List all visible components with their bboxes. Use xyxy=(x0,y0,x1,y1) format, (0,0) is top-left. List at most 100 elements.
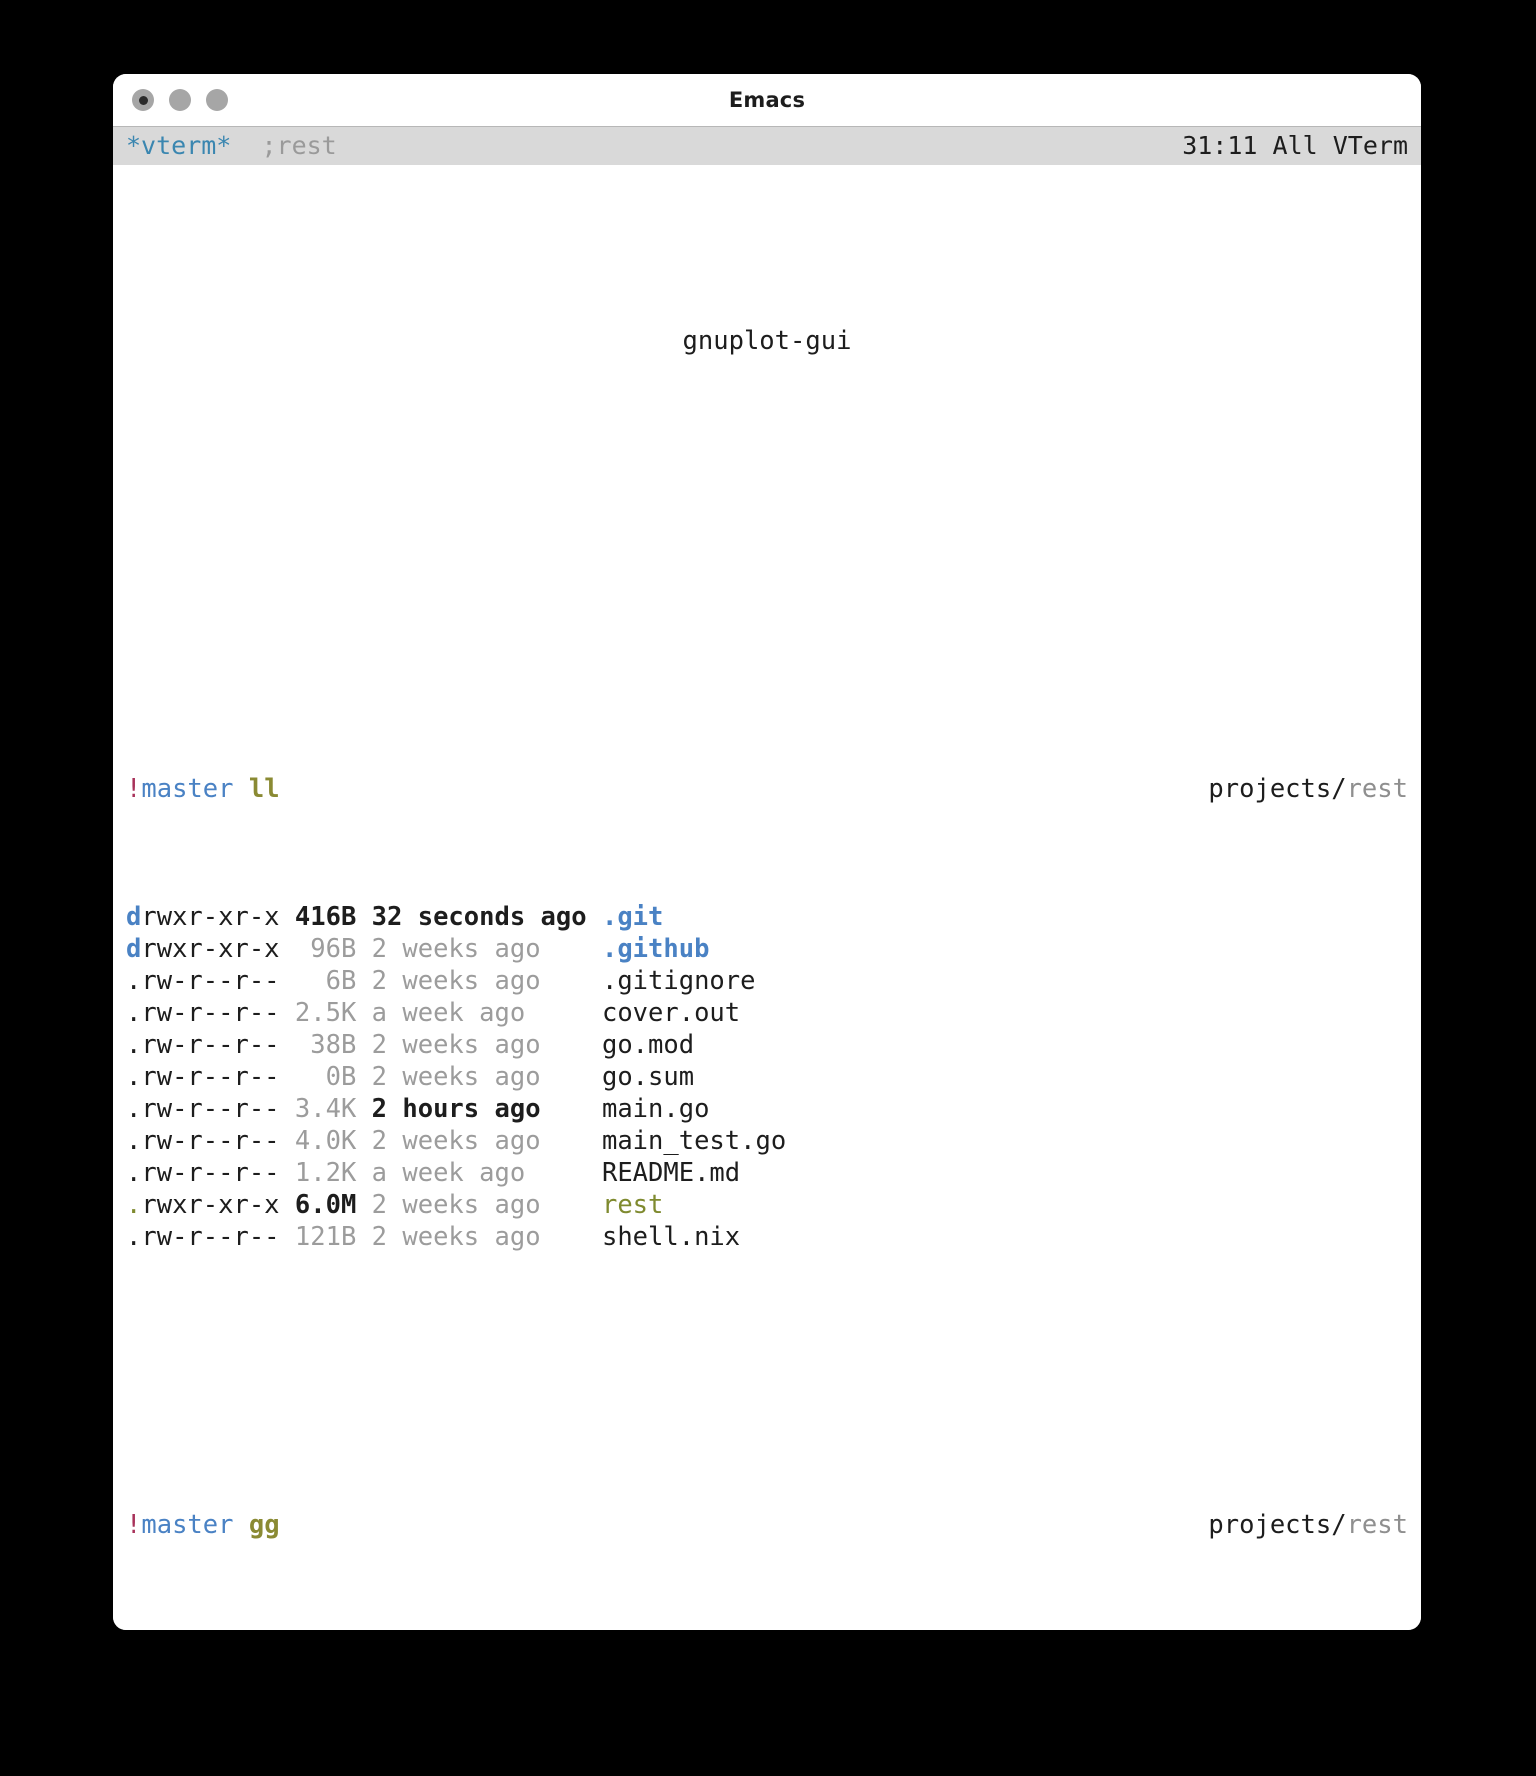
file-row: drwxr-xr-x 416B 32 seconds ago .git xyxy=(113,901,1421,933)
file-type-indicator: d xyxy=(126,902,142,932)
minimize-button[interactable] xyxy=(169,89,191,111)
modeline-position: 31:11 xyxy=(1182,131,1258,160)
close-icon xyxy=(138,95,148,105)
file-permission-bits: rwxr-xr-x xyxy=(141,1190,280,1220)
spacer-row xyxy=(113,1349,1421,1381)
file-type-indicator: . xyxy=(126,1222,142,1252)
window-title: Emacs xyxy=(728,88,806,112)
file-row: .rw-r--r-- 0B 2 weeks ago go.sum xyxy=(113,1061,1421,1093)
file-modified-date: 2 weeks ago xyxy=(371,934,587,964)
file-permissions: .rwxr-xr-x xyxy=(126,1190,280,1220)
file-modified-date: 2 weeks ago xyxy=(371,1062,587,1092)
file-permissions: drwxr-xr-x xyxy=(126,934,280,964)
file-size: 121B xyxy=(294,1222,357,1252)
file-name[interactable]: go.mod xyxy=(602,1030,694,1060)
file-permission-bits: rw-r--r-- xyxy=(141,1126,280,1156)
file-permission-bits: rw-r--r-- xyxy=(141,1030,280,1060)
file-modified-date: a week ago xyxy=(371,998,587,1028)
file-type-indicator: . xyxy=(126,998,142,1028)
prompt-branch: master xyxy=(141,1510,234,1540)
file-name[interactable]: .gitignore xyxy=(602,966,756,996)
prompt-command: gg xyxy=(248,1510,280,1540)
file-row: .rw-r--r-- 38B 2 weeks ago go.mod xyxy=(113,1029,1421,1061)
file-row: .rwxr-xr-x 6.0M 2 weeks ago rest xyxy=(113,1189,1421,1221)
file-name[interactable]: rest xyxy=(602,1190,663,1220)
file-permissions: .rw-r--r-- xyxy=(126,1030,280,1060)
cwd-prefix: projects/ xyxy=(1208,1510,1347,1540)
file-size: 416B xyxy=(294,902,357,932)
file-name[interactable]: .github xyxy=(602,934,709,964)
file-type-indicator: . xyxy=(126,1030,142,1060)
file-permission-bits: rwxr-xr-x xyxy=(141,902,280,932)
file-type-indicator: . xyxy=(126,966,142,996)
prompt-command: ll xyxy=(248,774,280,804)
file-modified-date: 2 weeks ago xyxy=(371,1126,587,1156)
file-permission-bits: rw-r--r-- xyxy=(141,1094,280,1124)
file-name[interactable]: go.sum xyxy=(602,1062,694,1092)
file-size: 6.0M xyxy=(294,1190,357,1220)
file-name[interactable]: shell.nix xyxy=(602,1222,740,1252)
file-permission-bits: rwxr-xr-x xyxy=(141,934,280,964)
file-permission-bits: rw-r--r-- xyxy=(141,1062,280,1092)
emacs-modeline: *vterm* ;rest 31:11 All VTerm xyxy=(113,126,1421,165)
file-name[interactable]: cover.out xyxy=(602,998,740,1028)
spacer-row xyxy=(113,229,1421,261)
file-name[interactable]: main.go xyxy=(602,1094,709,1124)
file-modified-date: 32 seconds ago xyxy=(371,902,587,932)
modeline-separator xyxy=(231,127,261,165)
zoom-button[interactable] xyxy=(206,89,228,111)
terminal-banner: gnuplot-gui xyxy=(113,325,1421,357)
file-row: .rw-r--r-- 2.5K a week ago cover.out xyxy=(113,997,1421,1029)
file-permission-bits: rw-r--r-- xyxy=(141,1158,280,1188)
close-button[interactable] xyxy=(132,89,154,111)
spacer-row xyxy=(113,613,1421,645)
file-permissions: .rw-r--r-- xyxy=(126,966,280,996)
modeline-buffer-name[interactable]: *vterm* xyxy=(126,127,231,165)
file-type-indicator: . xyxy=(126,1126,142,1156)
file-listing: drwxr-xr-x 416B 32 seconds ago .git drwxr… xyxy=(113,901,1421,1253)
file-name[interactable]: main_test.go xyxy=(602,1126,786,1156)
file-type-indicator: . xyxy=(126,1062,142,1092)
file-row: drwxr-xr-x 96B 2 weeks ago .github xyxy=(113,933,1421,965)
vterm-buffer[interactable]: gnuplot-gui !master ll projects/rest drwx… xyxy=(113,165,1421,1630)
prompt-bang: ! xyxy=(126,1510,142,1540)
file-permissions: .rw-r--r-- xyxy=(126,1222,280,1252)
file-permissions: .rw-r--r-- xyxy=(126,1094,280,1124)
file-size: 1.2K xyxy=(294,1158,357,1188)
file-type-indicator: . xyxy=(126,1094,142,1124)
file-size: 0B xyxy=(294,1062,357,1092)
window-titlebar: Emacs xyxy=(113,74,1421,126)
banner-text: gnuplot-gui xyxy=(682,326,852,356)
traffic-light-group xyxy=(132,89,228,111)
file-row: .rw-r--r-- 3.4K 2 hours ago main.go xyxy=(113,1093,1421,1125)
file-permissions: .rw-r--r-- xyxy=(126,998,280,1028)
emacs-window: Emacs *vterm* ;rest 31:11 All VTerm gnup… xyxy=(113,74,1421,1630)
file-permission-bits: rw-r--r-- xyxy=(141,998,280,1028)
file-permission-bits: rw-r--r-- xyxy=(141,966,280,996)
prompt-line-ll: !master ll projects/rest xyxy=(113,773,1421,805)
prompt-branch: master xyxy=(141,774,234,804)
file-row: .rw-r--r-- 1.2K a week ago README.md xyxy=(113,1157,1421,1189)
file-modified-date: a week ago xyxy=(371,1158,587,1188)
file-type-indicator: . xyxy=(126,1158,142,1188)
prompt-line-gg: !master gg projects/rest xyxy=(113,1509,1421,1541)
file-modified-date: 2 hours ago xyxy=(371,1094,587,1124)
cwd-prefix: projects/ xyxy=(1208,774,1347,804)
file-name[interactable]: README.md xyxy=(602,1158,740,1188)
prompt-cwd: projects/rest xyxy=(1208,1509,1408,1541)
file-modified-date: 2 weeks ago xyxy=(371,1190,587,1220)
file-permission-bits: rw-r--r-- xyxy=(141,1222,280,1252)
prompt-cwd: projects/rest xyxy=(1208,773,1408,805)
file-type-indicator: . xyxy=(126,1190,142,1220)
file-size: 38B xyxy=(294,1030,357,1060)
cwd-suffix: rest xyxy=(1346,774,1408,804)
file-row: .rw-r--r-- 6B 2 weeks ago .gitignore xyxy=(113,965,1421,997)
file-size: 96B xyxy=(294,934,357,964)
modeline-project-label: ;rest xyxy=(261,131,337,160)
file-row: .rw-r--r-- 4.0K 2 weeks ago main_test.go xyxy=(113,1125,1421,1157)
file-type-indicator: d xyxy=(126,934,142,964)
cwd-suffix: rest xyxy=(1346,1510,1408,1540)
modeline-scroll-state: All xyxy=(1272,131,1318,160)
file-name[interactable]: .git xyxy=(602,902,663,932)
file-modified-date: 2 weeks ago xyxy=(371,966,587,996)
